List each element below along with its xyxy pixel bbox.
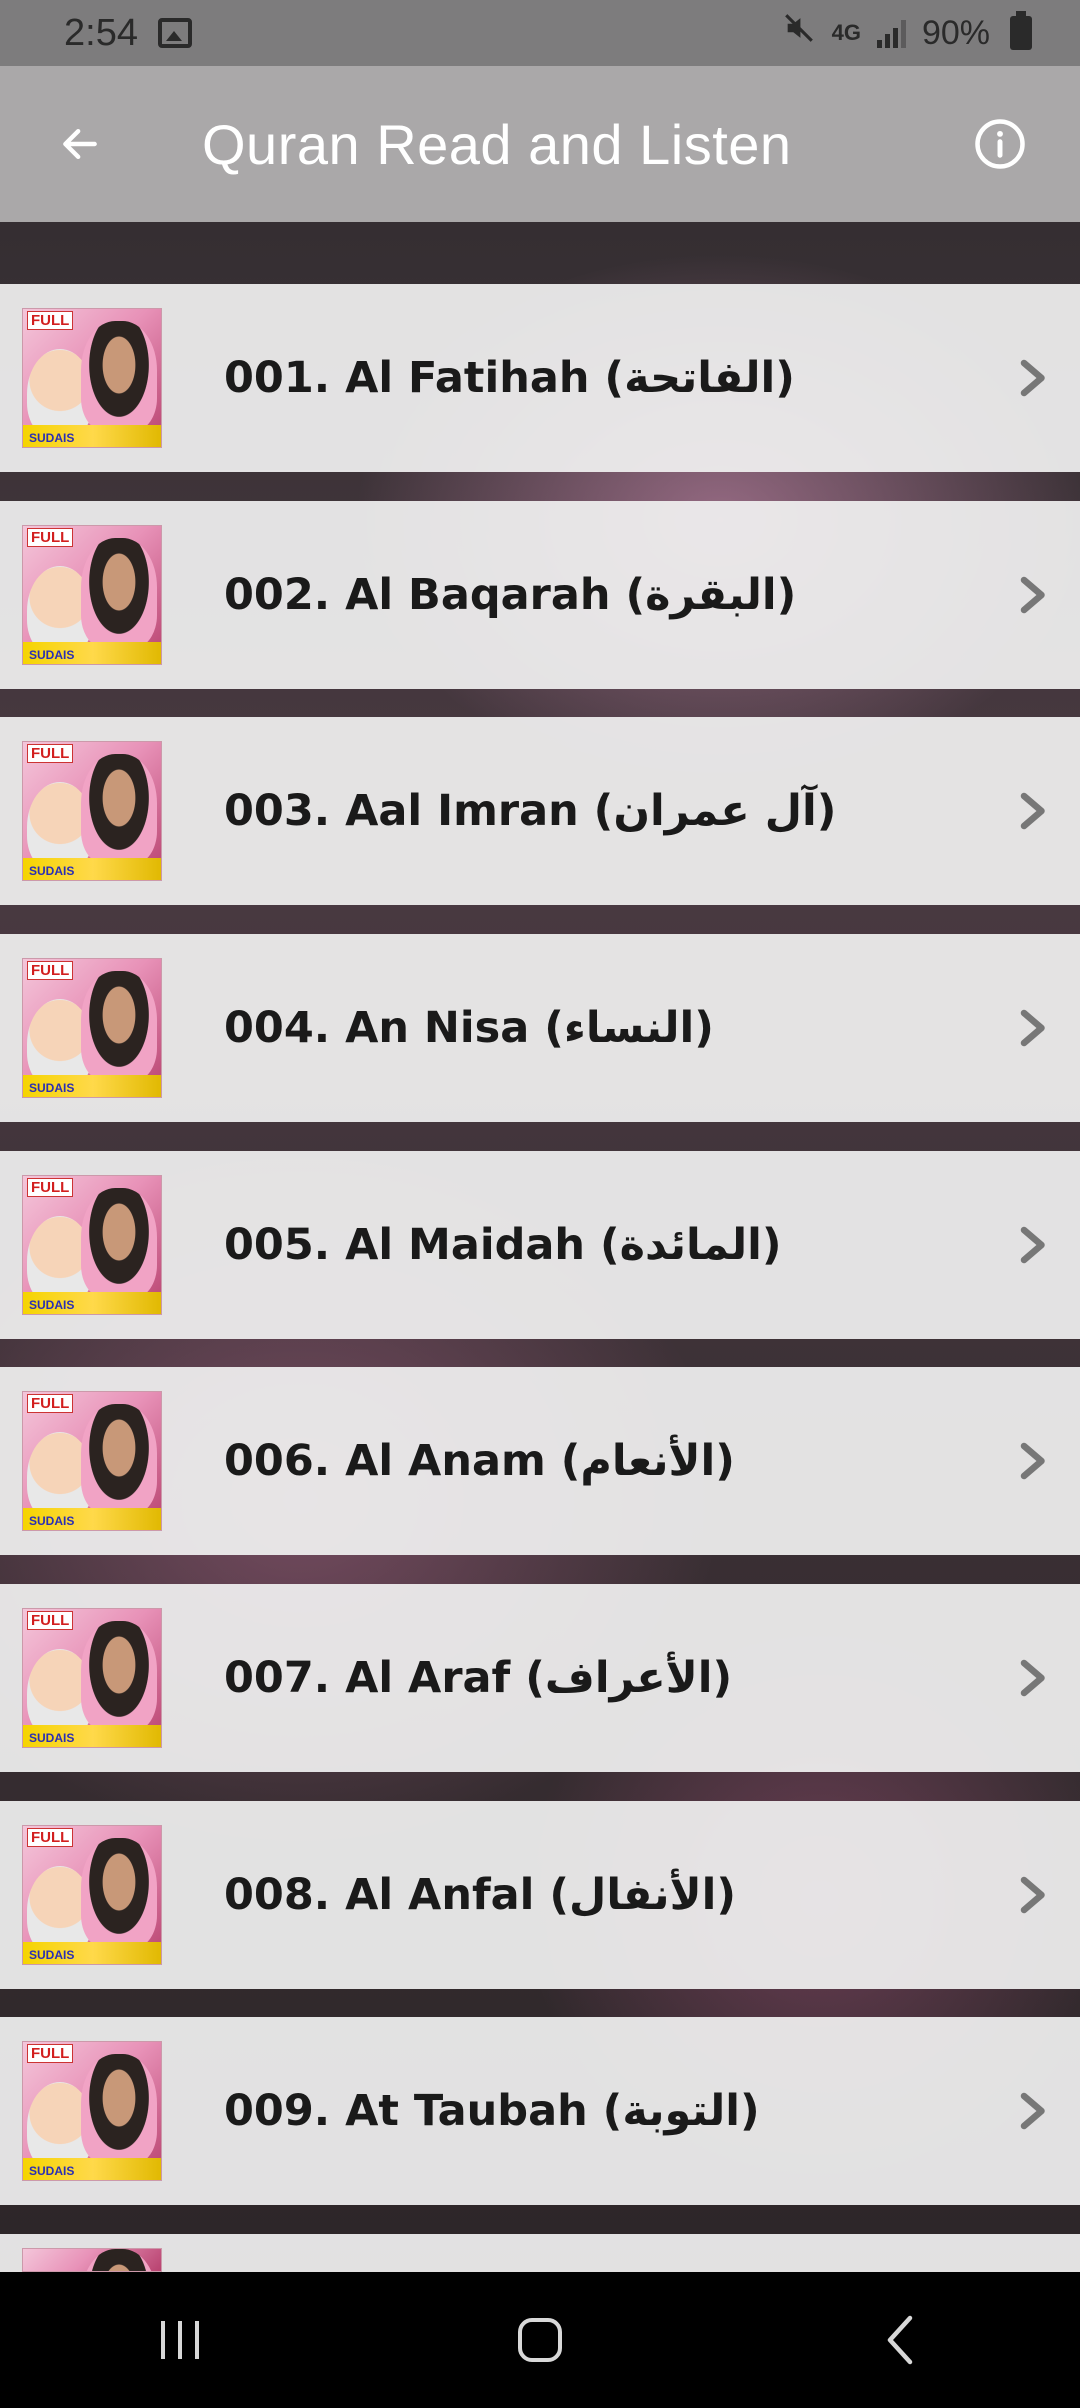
thumbnail-tag: FULL (27, 528, 74, 547)
screen: 2:54 4G 90% Quran Read and Listen FULL S… (0, 0, 1080, 2408)
signal-icon (876, 18, 906, 48)
reciter-thumbnail: FULL SUDAIS (22, 308, 162, 448)
surah-label: 006. Al Anam (الأنعام) (224, 1436, 735, 1486)
status-bar: 2:54 4G 90% (0, 0, 1080, 66)
chevron-right-icon (1014, 791, 1054, 831)
surah-label: 005. Al Maidah (المائدة) (224, 1220, 782, 1270)
battery-icon (1010, 11, 1032, 50)
back-button[interactable] (0, 66, 160, 222)
chevron-right-icon (1014, 358, 1054, 398)
reciter-thumbnail (22, 2248, 162, 2272)
thumbnail-caption: SUDAIS (29, 1081, 75, 1095)
chevron-right-icon (1014, 1875, 1054, 1915)
battery-level: 90% (921, 13, 990, 52)
recent-apps-button[interactable] (120, 2290, 240, 2390)
nav-back-button[interactable] (840, 2290, 960, 2390)
app-bar: Quran Read and Listen (0, 66, 1080, 222)
list-item[interactable]: FULL SUDAIS 002. Al Baqarah (البقرة) (0, 501, 1080, 689)
thumbnail-tag: FULL (27, 1828, 74, 1847)
thumbnail-caption: SUDAIS (29, 1948, 75, 1962)
list-item[interactable]: FULL SUDAIS 004. An Nisa (النساء) (0, 934, 1080, 1122)
reciter-thumbnail: FULL SUDAIS (22, 1391, 162, 1531)
reciter-thumbnail: FULL SUDAIS (22, 2041, 162, 2181)
reciter-thumbnail: FULL SUDAIS (22, 1608, 162, 1748)
thumbnail-caption: SUDAIS (29, 648, 75, 662)
chevron-right-icon (1014, 2091, 1054, 2131)
thumbnail-caption: SUDAIS (29, 2164, 75, 2178)
arrow-left-icon (63, 128, 97, 160)
surah-label: 008. Al Anfal (الأنفال) (224, 1870, 736, 1920)
page-title: Quran Read and Listen (202, 112, 792, 176)
thumbnail-caption: SUDAIS (29, 1298, 75, 1312)
surah-label: 007. Al Araf (الأعراف) (224, 1653, 733, 1703)
surah-label: 001. Al Fatihah (الفاتحة) (224, 353, 795, 403)
reciter-thumbnail: FULL SUDAIS (22, 958, 162, 1098)
chevron-right-icon (1014, 1441, 1054, 1481)
thumbnail-caption: SUDAIS (29, 1514, 75, 1528)
info-icon (975, 119, 1025, 169)
list-item[interactable]: FULL SUDAIS 008. Al Anfal (الأنفال) (0, 1801, 1080, 1989)
data-icon: 4G (831, 20, 861, 45)
reciter-thumbnail: FULL SUDAIS (22, 1175, 162, 1315)
thumbnail-tag: FULL (27, 744, 74, 763)
thumbnail-tag: FULL (27, 2044, 74, 2063)
chevron-right-icon (1014, 1225, 1054, 1265)
status-time: 2:54 (64, 11, 138, 54)
thumbnail-tag: FULL (27, 311, 74, 330)
back-icon (887, 2315, 913, 2365)
recent-apps-icon (161, 2321, 199, 2359)
thumbnail-caption: SUDAIS (29, 431, 75, 445)
surah-label: 009. At Taubah (التوبة) (224, 2086, 760, 2136)
image-icon (157, 18, 192, 48)
reciter-thumbnail: FULL SUDAIS (22, 1825, 162, 1965)
thumbnail-tag: FULL (27, 961, 74, 980)
reciter-thumbnail: FULL SUDAIS (22, 741, 162, 881)
thumbnail-tag: FULL (27, 1178, 74, 1197)
reciter-thumbnail: FULL SUDAIS (22, 525, 162, 665)
surah-label: 004. An Nisa (النساء) (224, 1003, 714, 1053)
list-item[interactable]: FULL SUDAIS 003. Aal Imran (آل عمران) (0, 717, 1080, 905)
home-icon (518, 2318, 562, 2362)
list-item[interactable] (0, 2234, 1080, 2272)
surah-label: 003. Aal Imran (آل عمران) (224, 786, 837, 836)
info-button[interactable] (920, 66, 1080, 222)
mute-icon (782, 11, 816, 55)
status-indicators: 4G 90% (782, 11, 1032, 55)
thumbnail-caption: SUDAIS (29, 864, 75, 878)
chevron-right-icon (1014, 1008, 1054, 1048)
list-item[interactable]: FULL SUDAIS 006. Al Anam (الأنعام) (0, 1367, 1080, 1555)
list-item[interactable]: FULL SUDAIS 009. At Taubah (التوبة) (0, 2017, 1080, 2205)
thumbnail-tag: FULL (27, 1611, 74, 1630)
list-item[interactable]: FULL SUDAIS 005. Al Maidah (المائدة) (0, 1151, 1080, 1339)
system-nav-bar (0, 2272, 1080, 2408)
home-button[interactable] (480, 2290, 600, 2390)
surah-label: 002. Al Baqarah (البقرة) (224, 570, 797, 620)
thumbnail-caption: SUDAIS (29, 1731, 75, 1745)
thumbnail-tag: FULL (27, 1394, 74, 1413)
chevron-right-icon (1014, 1658, 1054, 1698)
chevron-right-icon (1014, 575, 1054, 615)
list-item[interactable]: FULL SUDAIS 007. Al Araf (الأعراف) (0, 1584, 1080, 1772)
list-item[interactable]: FULL SUDAIS 001. Al Fatihah (الفاتحة) (0, 284, 1080, 472)
